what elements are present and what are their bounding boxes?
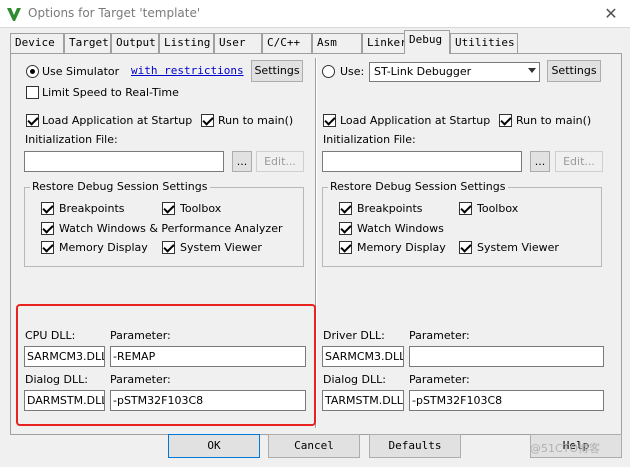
use-debugger-radio[interactable] xyxy=(322,65,335,78)
column-divider-highlight xyxy=(316,58,317,428)
init-file-label: Initialization File: xyxy=(25,133,118,146)
right-run-to-main-label: Run to main() xyxy=(516,114,592,127)
limit-speed-checkbox[interactable] xyxy=(26,86,39,99)
tab-user[interactable]: User xyxy=(214,33,262,53)
right-init-file-edit-button[interactable]: Edit... xyxy=(555,151,603,172)
tab-output[interactable]: Output xyxy=(111,33,159,53)
debugger-select-value: ST-Link Debugger xyxy=(374,65,472,78)
right-restore-session-title: Restore Debug Session Settings xyxy=(328,180,508,193)
toolbox-checkbox[interactable] xyxy=(162,202,175,215)
right-breakpoints-label: Breakpoints xyxy=(357,202,423,215)
run-to-main-checkbox[interactable] xyxy=(201,114,214,127)
title-bar: Options for Target 'template' ✕ xyxy=(0,0,630,28)
init-file-input[interactable] xyxy=(24,151,224,172)
cancel-button[interactable]: Cancel xyxy=(268,434,360,458)
toolbox-label: Toolbox xyxy=(180,202,222,215)
right-system-viewer-label: System Viewer xyxy=(477,241,559,254)
right-toolbox-label: Toolbox xyxy=(477,202,519,215)
load-app-checkbox[interactable] xyxy=(26,114,39,127)
right-init-file-browse-button[interactable]: ... xyxy=(530,151,550,172)
tab-c-cpp[interactable]: C/C++ xyxy=(262,33,312,53)
tab-device[interactable]: Device xyxy=(10,33,64,53)
defaults-button[interactable]: Defaults xyxy=(369,434,461,458)
run-to-main-label: Run to main() xyxy=(218,114,294,127)
right-dialog-dll-label: Dialog DLL: xyxy=(323,373,386,386)
memory-display-label: Memory Display xyxy=(59,241,148,254)
right-system-viewer-checkbox[interactable] xyxy=(459,241,472,254)
watch-windows-label: Watch Windows & Performance Analyzer xyxy=(59,222,283,235)
init-file-browse-button[interactable]: ... xyxy=(232,151,252,172)
right-init-file-label: Initialization File: xyxy=(323,133,416,146)
tab-listing[interactable]: Listing xyxy=(159,33,214,53)
driver-param-input[interactable] xyxy=(409,346,604,367)
chevron-down-icon xyxy=(528,68,536,73)
load-app-label: Load Application at Startup xyxy=(42,114,193,127)
right-dialog-param-label: Parameter: xyxy=(409,373,470,386)
right-watch-windows-label: Watch Windows xyxy=(357,222,444,235)
right-dialog-dll-input[interactable]: TARMSTM.DLL xyxy=(322,390,404,411)
right-watch-windows-checkbox[interactable] xyxy=(339,222,352,235)
breakpoints-label: Breakpoints xyxy=(59,202,125,215)
tab-linker[interactable]: Linker xyxy=(362,33,410,53)
keil-app-icon xyxy=(7,8,21,21)
tab-target[interactable]: Target xyxy=(64,33,111,53)
debugger-select[interactable]: ST-Link Debugger xyxy=(369,62,540,82)
limit-speed-label: Limit Speed to Real-Time xyxy=(42,86,179,99)
right-load-app-label: Load Application at Startup xyxy=(340,114,491,127)
use-simulator-label: Use Simulator xyxy=(42,65,120,78)
tab-utilities[interactable]: Utilities xyxy=(450,33,518,53)
system-viewer-checkbox[interactable] xyxy=(162,241,175,254)
breakpoints-checkbox[interactable] xyxy=(41,202,54,215)
right-init-file-input[interactable] xyxy=(322,151,522,172)
debugger-settings-button[interactable]: Settings xyxy=(547,60,601,82)
right-memory-display-label: Memory Display xyxy=(357,241,446,254)
driver-dll-label: Driver DLL: xyxy=(323,329,385,342)
right-toolbox-checkbox[interactable] xyxy=(459,202,472,215)
annotation-highlight-box xyxy=(16,304,316,426)
driver-param-label: Parameter: xyxy=(409,329,470,342)
use-debugger-label: Use: xyxy=(340,65,365,78)
watch-windows-checkbox[interactable] xyxy=(41,222,54,235)
use-simulator-radio[interactable] xyxy=(26,65,39,78)
ok-button[interactable]: OK xyxy=(168,434,260,458)
restore-session-title: Restore Debug Session Settings xyxy=(30,180,210,193)
right-breakpoints-checkbox[interactable] xyxy=(339,202,352,215)
init-file-edit-button[interactable]: Edit... xyxy=(256,151,304,172)
driver-dll-input[interactable]: SARMCM3.DLL xyxy=(322,346,404,367)
restrictions-link[interactable]: with restrictions xyxy=(131,64,244,77)
window-title: Options for Target 'template' xyxy=(28,6,201,20)
close-icon[interactable]: ✕ xyxy=(600,4,622,24)
tab-debug[interactable]: Debug xyxy=(404,30,450,54)
tab-asm[interactable]: Asm xyxy=(312,33,362,53)
watermark: @51CTO博客 xyxy=(530,442,601,455)
memory-display-checkbox[interactable] xyxy=(41,241,54,254)
right-dialog-param-input[interactable]: -pSTM32F103C8 xyxy=(409,390,604,411)
system-viewer-label: System Viewer xyxy=(180,241,262,254)
right-memory-display-checkbox[interactable] xyxy=(339,241,352,254)
right-run-to-main-checkbox[interactable] xyxy=(499,114,512,127)
simulator-settings-button[interactable]: Settings xyxy=(251,60,303,82)
right-load-app-checkbox[interactable] xyxy=(323,114,336,127)
